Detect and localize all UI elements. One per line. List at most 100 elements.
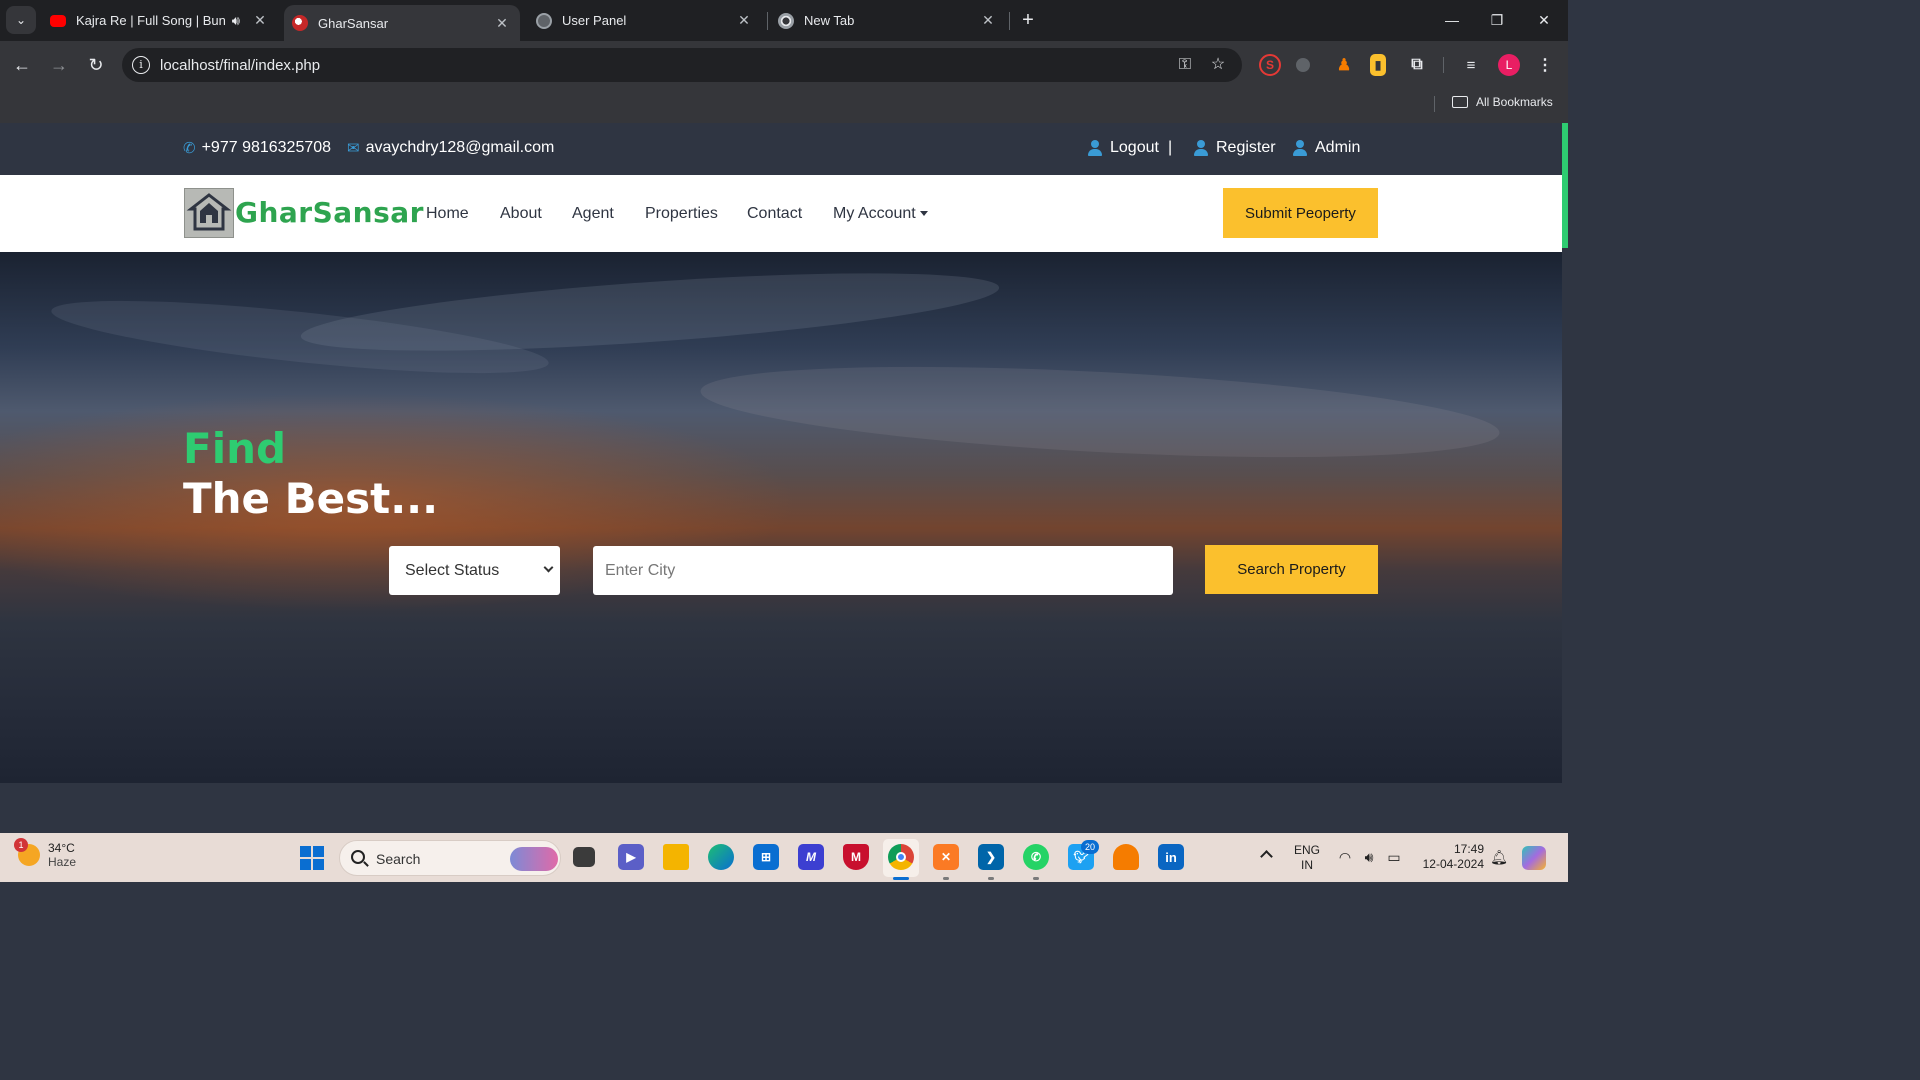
copilot-icon[interactable] [1522,846,1546,870]
logout-link[interactable]: Logout [1088,139,1159,157]
folder-icon [1452,96,1468,108]
profile-avatar[interactable]: L [1498,54,1520,76]
media-control-icon[interactable]: ≡ [1460,54,1482,76]
register-link[interactable]: Register [1194,139,1276,157]
notification-badge: 1 [14,838,28,852]
close-window-button[interactable]: ✕ [1532,8,1556,32]
new-tab-button[interactable]: + [1016,8,1040,32]
site-navbar: GharSansar Home About Agent Properties C… [0,175,1562,252]
status-select[interactable]: Select Status [389,546,560,595]
bookmarks-bar: All Bookmarks [0,89,1568,123]
nav-home[interactable]: Home [426,205,469,223]
brand-logo-text[interactable]: GharSansar [235,196,424,229]
chevron-up-icon[interactable] [1260,850,1273,863]
browser-tab-strip: ⌄ Kajra Re | Full Song | Bunty 🔊︎ ✕ Ghar… [0,0,1568,41]
chrome-running-indicator [893,877,909,880]
extension-orange-icon[interactable]: ♟ [1333,54,1355,76]
notification-bell-icon[interactable]: 🔔︎ [1490,848,1508,866]
clock-time: 17:49 [1453,842,1484,856]
close-icon[interactable]: ✕ [980,12,996,29]
chrome-taskbar-icon[interactable] [888,844,914,870]
whatsapp-icon[interactable]: ✆ [1023,844,1049,870]
linkedin-icon[interactable]: in [1158,844,1184,870]
password-key-icon[interactable]: ⚿ [1174,54,1196,76]
hero-heading-find: Find [183,424,287,473]
microsoft-store-icon[interactable]: ⊞ [753,844,779,870]
browser-toolbar: ← → ↻ i localhost/final/index.php ⚿ ☆ S … [0,41,1568,89]
chevron-down-icon [543,562,554,573]
topbar-separator: | [1168,139,1173,156]
reload-button[interactable]: ↻ [84,53,108,77]
admin-link[interactable]: Admin [1293,139,1360,157]
region-code: IN [1301,858,1313,872]
weather-condition: Haze [48,855,77,869]
tab-gharsansar[interactable]: GharSansar ✕ [284,5,520,41]
vs-studio-icon[interactable]: M [798,844,824,870]
email-contact[interactable]: ✉ avaychdry128@gmail.com [347,139,554,157]
extension-gray-icon[interactable] [1296,58,1310,72]
clock[interactable]: 17:49 12-04-2024 [1418,842,1484,872]
site-info-icon[interactable]: i [132,56,150,74]
browser-menu-icon[interactable]: ⋮ [1534,54,1556,76]
twitter-badge: 20 [1081,840,1099,854]
restore-button[interactable]: ❐ [1485,8,1509,32]
tab-new-tab[interactable]: New Tab ✕ [772,0,1006,41]
speaker-icon[interactable]: 🔊︎ [232,13,240,29]
close-icon[interactable]: ✕ [252,12,268,29]
taskbar-search-box[interactable]: Search [339,840,561,876]
close-icon[interactable]: ✕ [736,12,752,29]
forward-button[interactable]: → [47,53,71,77]
xampp-icon[interactable]: ✕ [933,844,959,870]
tab-user-panel[interactable]: User Panel ✕ [528,0,762,41]
scrollbar-thumb[interactable] [1562,123,1568,248]
nav-properties[interactable]: Properties [645,205,718,223]
extension-shield-icon[interactable]: S [1259,54,1281,76]
tab-title: User Panel [562,13,627,28]
user-icon [1088,140,1102,156]
file-explorer-icon[interactable] [663,844,689,870]
language-indicator[interactable]: ENG IN [1294,843,1320,873]
edge-icon[interactable] [708,844,734,870]
volume-icon[interactable]: 🔊︎ [1360,848,1378,866]
address-bar[interactable]: i localhost/final/index.php ⚿ ☆ [122,48,1242,82]
page-scrollbar[interactable] [1562,123,1568,833]
battery-icon[interactable]: ▭ [1385,848,1403,866]
nav-contact[interactable]: Contact [747,205,802,223]
windows-start-icon[interactable] [300,846,324,870]
toolbar-divider [1443,57,1444,73]
phone-contact[interactable]: ✆ +977 9816325708 [183,139,331,157]
submit-property-button[interactable]: Submit Peoperty [1223,188,1378,238]
nav-my-account[interactable]: My Account [833,205,928,223]
tab-title: GharSansar [318,15,389,31]
tab-search-menu-button[interactable]: ⌄ [6,6,36,34]
nav-about[interactable]: About [500,205,542,223]
vscode-icon[interactable]: ❯ [978,844,1004,870]
back-button[interactable]: ← [10,53,34,77]
email-address: avaychdry128@gmail.com [365,139,555,156]
search-property-button[interactable]: Search Property [1205,545,1378,594]
taskbar-search-label: Search [376,851,421,867]
search-highlight-art [510,847,558,871]
task-view-icon[interactable] [573,847,595,867]
extension-yellow-icon[interactable]: ▮ [1370,54,1386,76]
envelope-icon: ✉ [347,140,360,157]
weather-widget[interactable]: 1 34°C Haze [14,838,77,869]
house-logo-icon[interactable] [184,188,234,238]
weather-temp: 34°C [48,841,75,855]
wifi-icon[interactable]: ◠ [1336,848,1354,866]
ghar-sansar-icon [292,15,308,31]
mcafee-shield-icon[interactable]: M [843,844,869,870]
extensions-puzzle-icon[interactable]: ⧉ [1406,54,1428,76]
hero-banner: Find The Best... Select Status Search Pr… [0,252,1562,783]
orange-app-icon[interactable] [1113,844,1139,870]
nav-agent[interactable]: Agent [572,205,614,223]
teams-icon[interactable]: ▶ [618,844,644,870]
minimize-button[interactable]: — [1440,8,1464,32]
city-input[interactable] [593,546,1173,595]
bookmark-star-icon[interactable]: ☆ [1207,54,1229,76]
url-text[interactable]: localhost/final/index.php [160,57,320,74]
all-bookmarks-button[interactable]: All Bookmarks [1452,95,1553,109]
sun-haze-icon: 1 [14,838,40,866]
close-icon[interactable]: ✕ [494,15,510,32]
tab-youtube[interactable]: Kajra Re | Full Song | Bunty 🔊︎ ✕ [44,0,278,41]
